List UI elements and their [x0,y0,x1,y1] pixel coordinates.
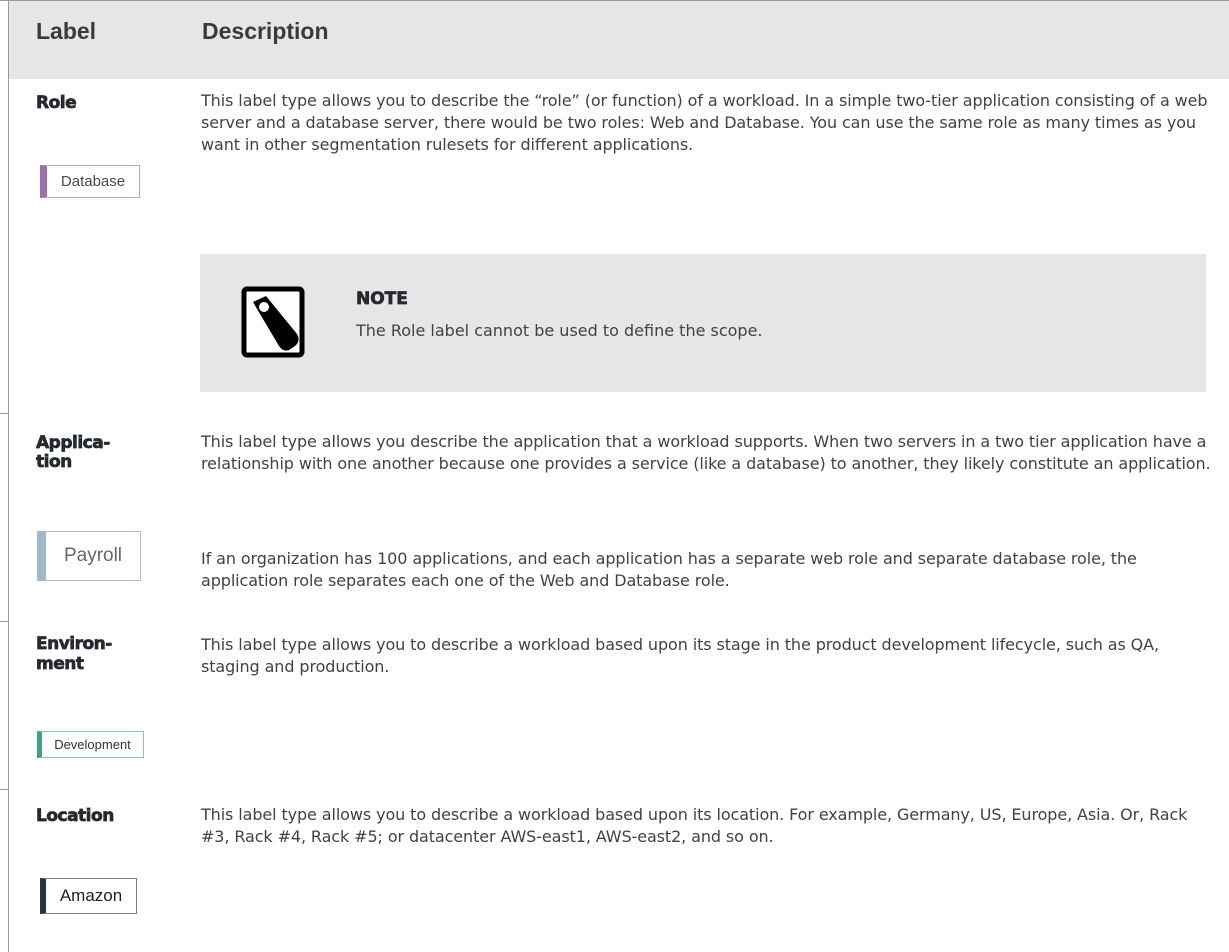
location-label: Location [36,806,115,826]
environment-label-line1: Environ- [36,634,113,654]
application-chip: Payroll [37,531,141,581]
application-description: This label type allows you describe the … [201,432,1211,473]
environment-description: This label type allows you to describe a… [201,635,1160,676]
role-label: Role [36,93,77,113]
location-chip: Amazon [40,878,137,914]
application-label-line1: Applica- [36,433,111,453]
table-header: Label Description [9,1,1229,79]
environment-chip: Development [37,731,144,758]
note-title: NOTE [356,289,409,310]
role-chip: Database [40,165,140,198]
role-description: This label type allows you to describe t… [201,91,1208,154]
note-text: The Role label cannot be used to define … [356,321,763,340]
note-box: NOTE The Role label cannot be used to de… [200,254,1206,392]
application-label-line2: tion [36,452,73,472]
note-icon [241,286,308,362]
row-separator [0,621,9,622]
location-description: This label type allows you to describe a… [201,805,1188,846]
row-separator [0,413,9,414]
environment-label-line2: ment [36,654,85,674]
header-label: Label [36,18,97,44]
row-separator [0,789,9,790]
header-description: Description [202,18,329,44]
table-left-border [8,0,9,952]
application-description-2: If an organization has 100 applications,… [201,549,1137,590]
